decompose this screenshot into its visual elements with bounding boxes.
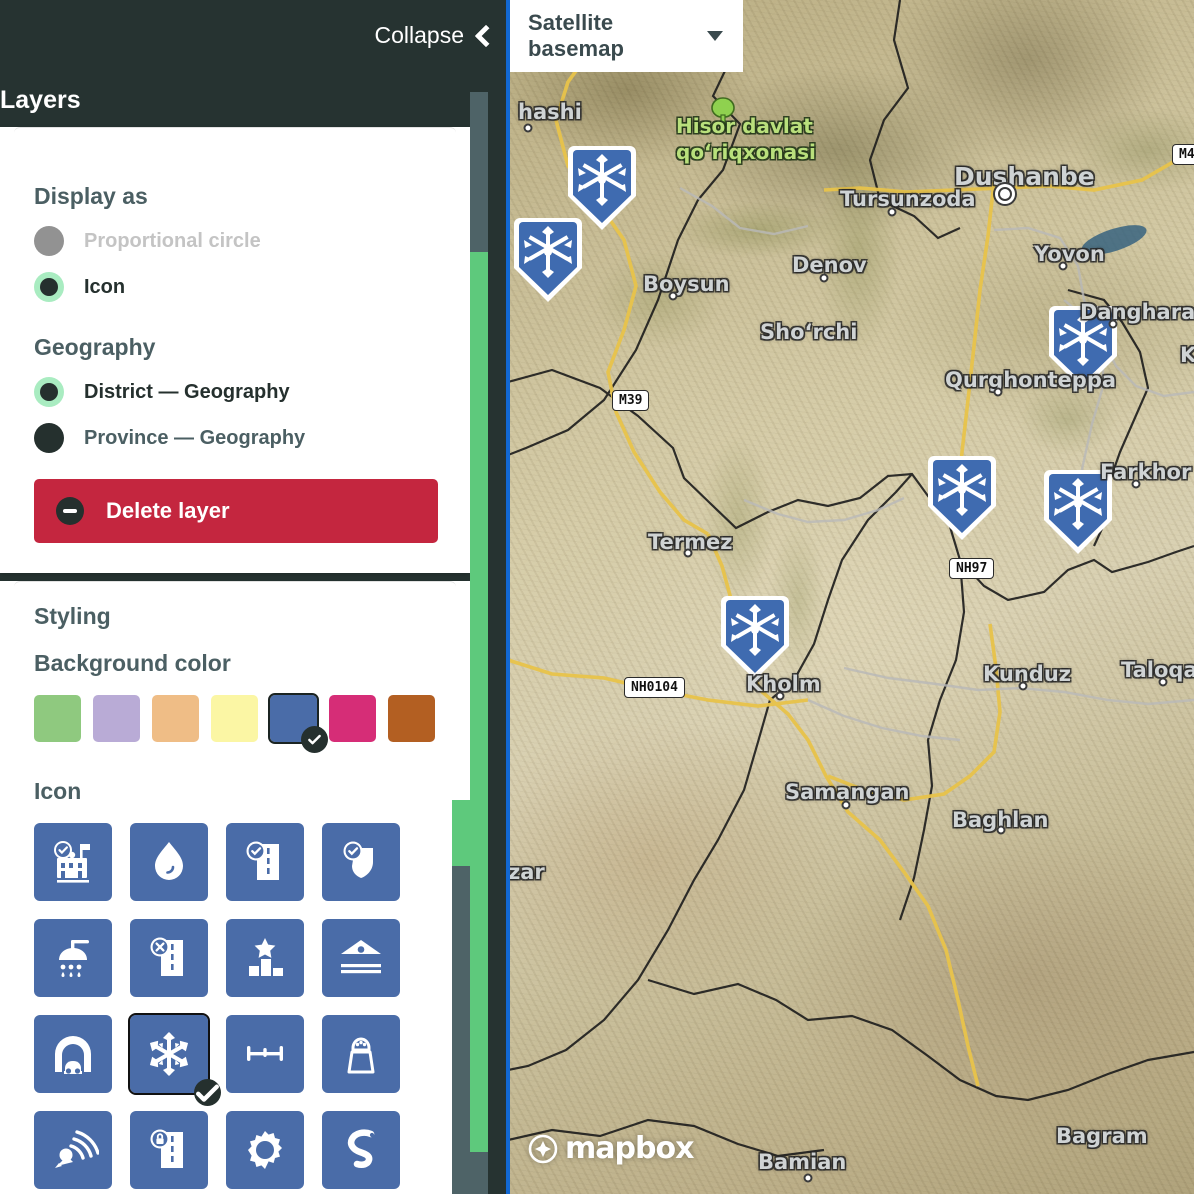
- radio-indicator-unselected: [34, 423, 64, 453]
- basemap-selector-label: Satellite basemap: [528, 10, 625, 61]
- city-dot: [1058, 261, 1068, 271]
- city-dot: [1108, 319, 1118, 329]
- map-canvas[interactable]: hashi Hisor davlat qo‘riqxonasi Dushanbe…: [508, 0, 1194, 1194]
- basemap-selector[interactable]: Satellite basemap: [508, 0, 743, 72]
- city-dot: [887, 207, 897, 217]
- panel-scrollbar-track[interactable]: [452, 866, 470, 1194]
- icon-heading: Icon: [34, 778, 82, 804]
- icon-option-satellite-dish[interactable]: [34, 1111, 112, 1189]
- capital-dot: [998, 187, 1012, 201]
- city-dot: [523, 123, 533, 133]
- city-dot: [996, 825, 1006, 835]
- color-swatch-brown[interactable]: [388, 695, 435, 742]
- city-dot: [993, 387, 1003, 397]
- color-swatch-orange[interactable]: [152, 695, 199, 742]
- route-shield: NH97: [949, 558, 995, 579]
- radio-icon[interactable]: Icon: [34, 272, 436, 302]
- city-dot: [683, 548, 693, 558]
- mapbox-label: mapbox: [565, 1131, 694, 1166]
- color-swatch-purple[interactable]: [93, 695, 140, 742]
- layer-strip-green: [470, 252, 488, 1152]
- icon-option-snowflake[interactable]: [128, 1013, 221, 1106]
- card-seam: [14, 581, 456, 587]
- mapbox-attribution[interactable]: mapbox: [528, 1131, 694, 1166]
- radio-district-geography[interactable]: District — Geography: [34, 377, 436, 407]
- map-marker-snowflake[interactable]: [1038, 464, 1118, 560]
- icon-option-snake[interactable]: [322, 1111, 400, 1189]
- color-swatch-green[interactable]: [34, 695, 81, 742]
- icon-option-road-closed-x[interactable]: [130, 919, 208, 997]
- map-left-border: [506, 0, 510, 1194]
- city-dot: [1158, 677, 1168, 687]
- check-badge-icon: [301, 726, 328, 753]
- layer-settings-card: Display as Proportional circle Icon Geog…: [0, 127, 470, 573]
- chevron-left-icon: [474, 24, 498, 47]
- icon-option-bar-chart-star[interactable]: [226, 919, 304, 997]
- icon-option-ruler-measure[interactable]: [226, 1015, 304, 1093]
- mapbox-logo-icon: [528, 1134, 558, 1163]
- icon-option-school-check[interactable]: [34, 823, 112, 901]
- route-shield: NH0104: [624, 677, 685, 698]
- city-dot: [841, 800, 851, 810]
- card-seam: [14, 127, 456, 133]
- radio-province-geography[interactable]: Province — Geography: [34, 423, 436, 453]
- background-color-heading: Background color: [34, 650, 231, 676]
- layers-panel: Collapse Layers Display as Proportional …: [0, 0, 508, 1194]
- panel-scrollbar-thumb[interactable]: [452, 800, 470, 866]
- radio-label: Proportional circle: [84, 229, 261, 252]
- minus-circle-icon: [56, 497, 84, 525]
- city-dot: [1131, 479, 1141, 489]
- radio-label: Icon: [84, 275, 126, 298]
- color-swatch-pink[interactable]: [329, 695, 376, 742]
- icon-option-bridge[interactable]: [322, 919, 400, 997]
- color-swatch-blue[interactable]: [268, 693, 328, 753]
- delete-layer-button[interactable]: Delete layer: [34, 479, 438, 543]
- icon-option-shield-check[interactable]: [322, 823, 400, 901]
- layer-strip-grey-bottom: [470, 1152, 488, 1194]
- styling-heading: Styling: [34, 603, 111, 629]
- color-swatch-yellow[interactable]: [211, 695, 258, 742]
- radio-indicator-disabled: [34, 226, 64, 256]
- route-shield: M39: [612, 390, 650, 411]
- chevron-down-icon: [707, 31, 723, 41]
- geography-heading: Geography: [34, 334, 156, 360]
- icon-option-sun-gear[interactable]: [226, 1111, 304, 1189]
- park-tree-icon: [711, 97, 735, 130]
- map-marker-snowflake[interactable]: [508, 212, 588, 308]
- background-color-swatches: [34, 693, 436, 753]
- city-dot: [803, 1173, 813, 1183]
- city-dot: [1018, 681, 1028, 691]
- icon-option-water-drop[interactable]: [130, 823, 208, 901]
- radio-indicator-selected: [34, 272, 64, 302]
- map-marker-snowflake[interactable]: [1043, 300, 1123, 396]
- collapse-button[interactable]: Collapse: [374, 22, 498, 49]
- delete-layer-label: Delete layer: [106, 498, 230, 523]
- collapse-label: Collapse: [374, 22, 465, 48]
- icon-option-salt-shaker[interactable]: [322, 1015, 400, 1093]
- page-title: Layers: [0, 86, 81, 114]
- radio-proportional-circle[interactable]: Proportional circle: [34, 226, 436, 256]
- radio-label: District — Geography: [84, 380, 290, 403]
- check-badge-icon: [194, 1079, 221, 1106]
- map-marker-snowflake[interactable]: [922, 450, 1002, 546]
- icon-option-tunnel-car[interactable]: [34, 1015, 112, 1093]
- display-as-heading: Display as: [34, 183, 148, 209]
- city-dot: [668, 291, 678, 301]
- radio-label: Province — Geography: [84, 426, 306, 449]
- layer-strip-grey-top: [470, 92, 488, 252]
- icon-option-road-locked[interactable]: [130, 1111, 208, 1189]
- icon-picker-grid: [34, 823, 436, 1189]
- map-marker-snowflake[interactable]: [715, 590, 795, 686]
- icon-option-road-open-check[interactable]: [226, 823, 304, 901]
- city-dot: [819, 273, 829, 283]
- route-shield: M4: [1172, 144, 1194, 165]
- radio-indicator-selected: [34, 377, 64, 407]
- styling-card: Styling Background color Icon: [0, 581, 470, 1194]
- icon-option-shower[interactable]: [34, 919, 112, 997]
- city-dot: [775, 691, 785, 701]
